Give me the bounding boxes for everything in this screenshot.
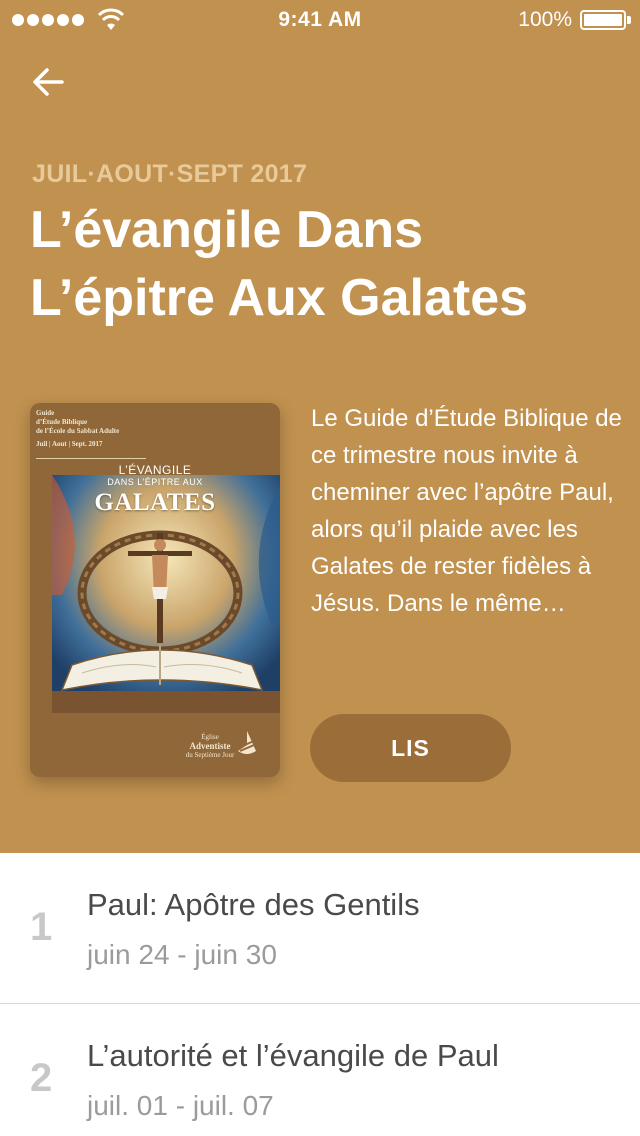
cover-title-big: GALATES [94,489,216,516]
status-bar: 9:41 AM 100% [0,0,640,40]
lesson-title: Paul: Apôtre des Gentils [87,887,420,922]
read-button[interactable]: LIS [310,714,511,782]
cover-title-sub: DANS L’ÉPITRE AUX [107,477,203,487]
battery-percentage: 100% [518,8,572,31]
lesson-dates: juin 24 - juin 30 [87,939,277,970]
title-line: L’évangile Dans [30,201,424,259]
lesson-list: 1 Paul: Apôtre des Gentils juin 24 - jui… [0,853,640,1136]
quarter-label: JUIL·AOUT·SEPT 2017 [32,160,308,188]
back-arrow-icon [33,68,64,96]
quarterly-description: Le Guide d’Étude Biblique de ce trimestr… [311,405,622,617]
back-button[interactable] [22,56,74,108]
battery-icon [580,10,626,30]
lesson-item[interactable]: 1 Paul: Apôtre des Gentils juin 24 - jui… [0,853,640,1004]
cover-divider [36,458,146,459]
quarterly-cover-image[interactable]: Guide d’Étude Biblique de l’École du Sab… [30,403,280,777]
quarterly-title: L’évangile Dans L’épitre Aux Galates [30,196,620,332]
lesson-dates: juil. 01 - juil. 07 [87,1090,274,1121]
lesson-title: L’autorité et l’évangile de Paul [87,1038,499,1073]
cover-title-small: L’ÉVANGILE [118,463,192,477]
church-logo-icon [238,731,256,754]
battery-tip [627,16,631,24]
title-line: L’épitre Aux Galates [30,269,529,327]
hero-header: 9:41 AM 100% JUIL·AOUT·SEPT 2017 L’évang… [0,0,640,853]
lesson-number: 1 [30,905,53,949]
cover-header-text: Guide d’Étude Biblique de l’École du Sab… [36,409,120,448]
lesson-item[interactable]: 2 L’autorité et l’évangile de Paul juil.… [0,1004,640,1136]
lesson-number: 2 [30,1056,53,1100]
